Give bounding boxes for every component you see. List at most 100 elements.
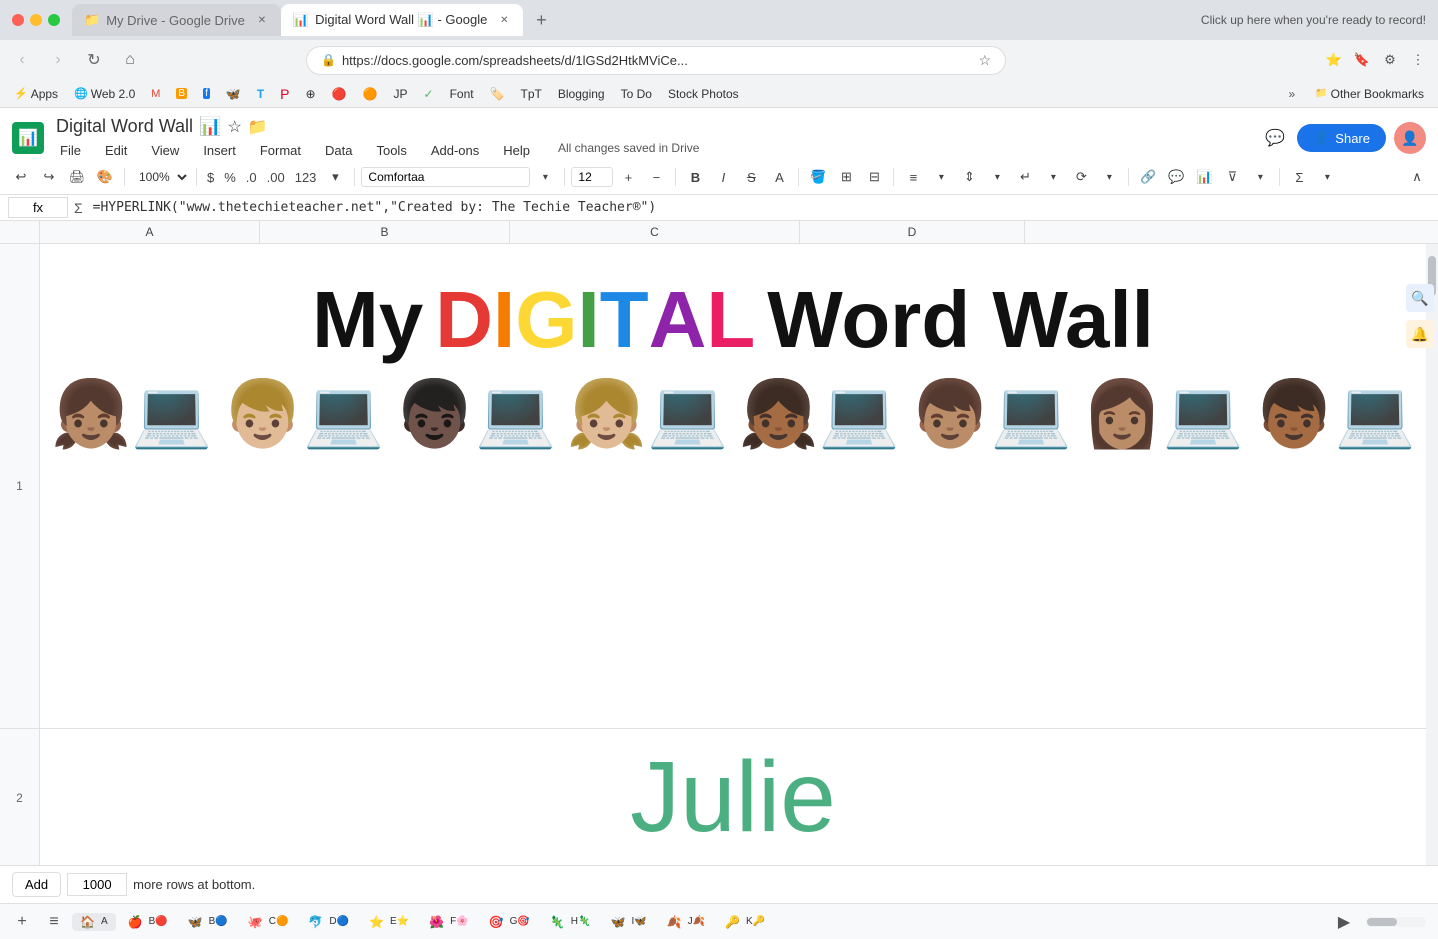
account-icon[interactable]: 👤 [1394,122,1426,154]
home-button[interactable]: ⌂ [116,46,144,74]
menu-file[interactable]: File [56,141,85,160]
bookmark-todo[interactable]: To Do [615,85,658,103]
col-header-d[interactable]: D [800,221,1025,243]
bookmark-icon[interactable]: ☆ [978,52,991,69]
bookmark-b1[interactable]: B [170,86,193,101]
undo-button[interactable]: ↩ [8,164,34,190]
tab-sheets[interactable]: 📊 Digital Word Wall 📊 - Google ✕ [281,4,523,36]
sheet-tab-f[interactable]: 🌺 F🌸 [421,913,477,931]
bookmark-gmail[interactable]: M [145,86,166,102]
bookmark-apps[interactable]: ⚡Apps [8,85,64,103]
comment-button[interactable]: 💬 [1261,124,1289,152]
formula-input[interactable] [89,198,1430,217]
wrap-dropdown[interactable]: ▾ [1040,164,1066,190]
filter-dropdown[interactable]: ▾ [1247,164,1273,190]
merged-cell-row1[interactable]: My DIGITAL Word Wall 👧🏽💻 👦🏼💻 👦🏿💻 👧� [40,244,1426,728]
notification-icon[interactable]: 🔔 [1406,320,1434,348]
extension-icon-3[interactable]: ⚙ [1378,48,1402,72]
menu-view[interactable]: View [147,141,183,160]
tab-gdrive[interactable]: 📁 My Drive - Google Drive ✕ [72,4,281,36]
bookmark-blogging[interactable]: Blogging [552,85,611,103]
explore-icon[interactable]: 🔍 [1406,284,1434,312]
extension-icon-2[interactable]: 🔖 [1350,48,1374,72]
redo-button[interactable]: ↪ [36,164,62,190]
sheet-next-button[interactable]: ▶ [1330,908,1358,936]
strikethrough-button[interactable]: S [738,164,764,190]
row-num-2[interactable]: 2 [0,729,39,865]
menu-tools[interactable]: Tools [372,141,410,160]
chart-button[interactable]: 📊 [1191,164,1217,190]
address-bar[interactable]: 🔒 https://docs.google.com/spreadsheets/d… [306,46,1006,75]
functions-button[interactable]: Σ [1286,164,1312,190]
text-color-button[interactable]: A [766,164,792,190]
more-bookmarks[interactable]: » [1282,85,1301,103]
bookmark-t[interactable]: 🏷️ [484,85,511,103]
percent-button[interactable]: % [220,170,240,185]
bookmark-tpt[interactable]: TpT [515,85,548,103]
decimal-two-button[interactable]: .00 [263,170,289,185]
forward-button[interactable]: › [44,46,72,74]
scrollbar-thumb-h[interactable] [1367,918,1397,926]
reload-button[interactable]: ↻ [80,46,108,74]
currency-button[interactable]: $ [203,170,218,185]
col-header-a[interactable]: A [40,221,260,243]
font-dropdown[interactable]: ▾ [532,164,558,190]
merge-button[interactable]: ⊟ [861,164,887,190]
align-dropdown[interactable]: ▾ [928,164,954,190]
paint-format-button[interactable]: 🎨 [92,164,118,190]
folder-icon[interactable]: 📁 [248,117,268,137]
zoom-select[interactable]: 100% [131,167,190,187]
fill-color-button[interactable]: 🪣 [805,164,831,190]
add-rows-button[interactable]: Add [12,872,61,897]
row-num-1[interactable]: 1 [0,244,39,729]
wrap-button[interactable]: ↵ [1012,164,1038,190]
sheet-tab-e[interactable]: ⭐ E⭐ [361,913,417,931]
col-header-c[interactable]: C [510,221,800,243]
menu-data[interactable]: Data [321,141,356,160]
maximize-button[interactable] [48,14,60,26]
sheet-tab-b2[interactable]: 🦋 B🔵 [180,913,236,931]
sheet-tab-c[interactable]: 🐙 C🟠 [240,913,297,931]
collapse-toolbar-button[interactable]: ∧ [1404,164,1430,190]
menu-insert[interactable]: Insert [199,141,240,160]
print-button[interactable]: 🖨 [64,164,90,190]
add-sheet-button[interactable]: + [8,908,36,936]
back-button[interactable]: ‹ [8,46,36,74]
functions-dropdown[interactable]: ▾ [1314,164,1340,190]
bookmark-apps3[interactable]: 🟠 [357,85,384,103]
font-size-up[interactable]: + [615,164,641,190]
sheet-tab-d[interactable]: 🐬 D🔵 [300,913,357,931]
format-number-dropdown[interactable]: ▾ [322,164,348,190]
sheet-tab-h[interactable]: 🦎 H🦎 [542,913,599,931]
new-tab-button[interactable]: + [527,6,555,34]
menu-edit[interactable]: Edit [101,141,131,160]
font-size-down[interactable]: − [643,164,669,190]
sheet-tab-i[interactable]: 🦋 I🦋 [602,913,654,931]
bookmark-check[interactable]: ✓ [418,85,440,103]
bookmark-stock[interactable]: Stock Photos [662,85,745,103]
decimal-zero-button[interactable]: .0 [242,170,261,185]
cell-reference[interactable]: fx [8,197,68,218]
bold-button[interactable]: B [682,164,708,190]
bookmark-b4[interactable]: T [251,85,270,103]
name-cell[interactable]: Julie [40,729,1426,865]
minimize-button[interactable] [30,14,42,26]
bookmark-web20[interactable]: 🌐Web 2.0 [68,85,141,103]
sheet-tab-a[interactable]: 🏠 A [72,913,116,931]
sheet-tab-j[interactable]: 🍂 J🍂 [659,913,713,931]
scrollbar-horizontal[interactable] [1366,917,1426,927]
rotate-button[interactable]: ⟳ [1068,164,1094,190]
bookmark-b3[interactable]: 🦋 [220,85,247,103]
menu-format[interactable]: Format [256,141,305,160]
filter-button[interactable]: ⊽ [1219,164,1245,190]
menu-help[interactable]: Help [499,141,534,160]
share-button[interactable]: 👤 Share [1297,124,1386,152]
valign-dropdown[interactable]: ▾ [984,164,1010,190]
bookmark-b2[interactable]: f [197,86,216,101]
font-family-input[interactable] [361,167,530,187]
rotate-dropdown[interactable]: ▾ [1096,164,1122,190]
menu-addons[interactable]: Add-ons [427,141,483,160]
sheet-tab-g[interactable]: 🎯 G🎯 [481,913,538,931]
extension-icon-1[interactable]: ⭐ [1322,48,1346,72]
bookmark-pinterest[interactable]: P [274,84,295,104]
